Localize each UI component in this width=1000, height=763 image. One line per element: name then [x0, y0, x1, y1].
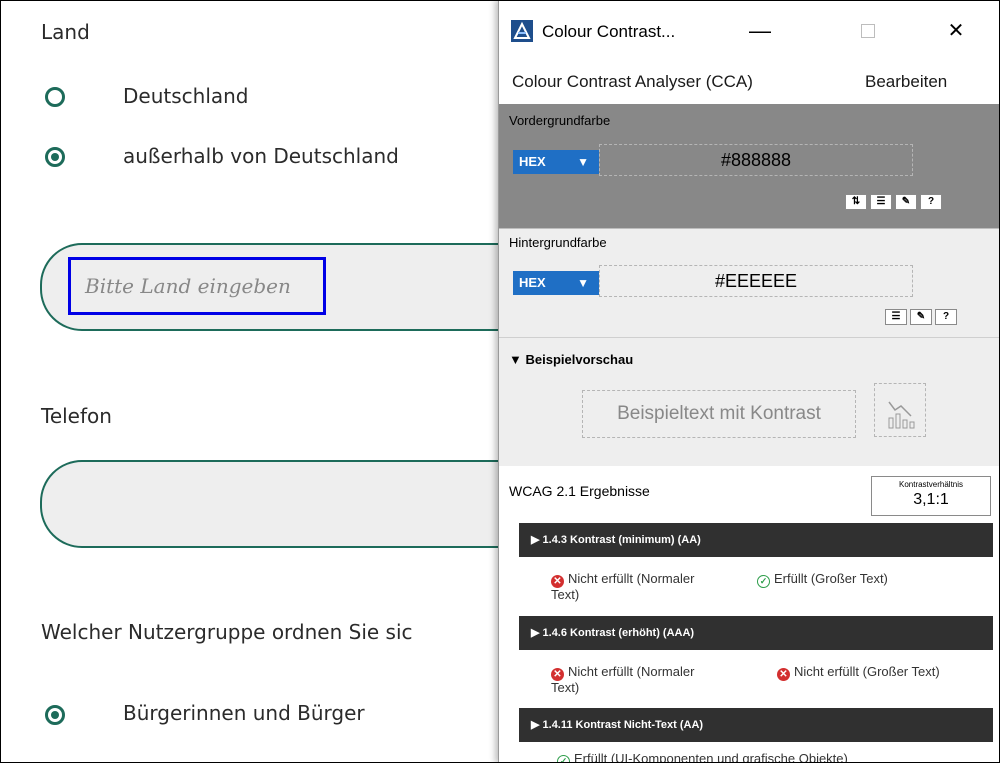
country-placeholder: Bitte Land eingeben: [85, 274, 291, 298]
criterion-1-4-3[interactable]: ▶ 1.4.3 Kontrast (minimum) (AA): [519, 523, 993, 557]
menu-app[interactable]: Colour Contrast Analyser (CCA): [512, 72, 753, 92]
sliders-icon[interactable]: ☰: [885, 309, 907, 325]
results-section: WCAG 2.1 Ergebnisse Kontrastverhältnis 3…: [499, 466, 1000, 763]
sliders-icon[interactable]: ☰: [870, 194, 892, 210]
preview-section: ▼ Beispielvorschau Beispieltext mit Kont…: [499, 337, 1000, 466]
foreground-section: Vordergrundfarbe HEX ▼ #888888 ⇅ ☰ ✎ ?: [499, 104, 1000, 228]
foreground-hex-input[interactable]: #888888: [599, 144, 913, 176]
maximize-button[interactable]: [853, 18, 883, 44]
group-question: Welcher Nutzergruppe ordnen Sie sic: [41, 620, 413, 644]
window-title: Colour Contrast...: [542, 22, 676, 41]
sample-text-box: Beispieltext mit Kontrast: [582, 390, 856, 438]
foreground-format-value: HEX: [519, 154, 546, 169]
radio-buerger[interactable]: [45, 705, 65, 725]
result-1-4-3-normal: ✕ Nicht erfüllt (Normaler Text): [551, 571, 695, 602]
help-icon[interactable]: ?: [920, 194, 942, 210]
foreground-format-select[interactable]: HEX ▼: [513, 150, 599, 174]
check-icon: ✓: [757, 575, 770, 588]
contrast-ratio-value: 3,1:1: [913, 491, 949, 508]
check-icon: ✓: [557, 755, 570, 763]
wcag-results-title: WCAG 2.1 Ergebnisse: [509, 483, 650, 499]
titlebar: Colour Contrast... — ✕: [499, 0, 1000, 60]
swap-icon[interactable]: ⇅: [845, 194, 867, 210]
option-deutschland-label: Deutschland: [123, 84, 249, 108]
result-1-4-6-normal: ✕ Nicht erfüllt (Normaler Text): [551, 664, 695, 695]
option-ausserhalb-label: außerhalb von Deutschland: [123, 144, 399, 168]
cca-window: Colour Contrast... — ✕ Colour Contrast A…: [498, 0, 1000, 763]
contrast-ratio-label: Kontrastverhältnis: [898, 480, 964, 489]
contrast-ratio-box: Kontrastverhältnis 3,1:1: [871, 476, 991, 516]
eyedropper-icon[interactable]: ✎: [910, 309, 932, 325]
criterion-1-4-11[interactable]: ▶ 1.4.11 Kontrast Nicht-Text (AA): [519, 708, 993, 742]
chart-icon[interactable]: [874, 383, 926, 437]
fail-icon: ✕: [777, 668, 790, 681]
cca-logo-icon: [511, 20, 533, 42]
menu-edit[interactable]: Bearbeiten: [865, 72, 947, 92]
result-1-4-3-large: ✓ Erfüllt (Großer Text): [757, 572, 888, 588]
background-section: Hintergrundfarbe HEX ▼ #EEEEEE ☰ ✎ ?: [499, 228, 1000, 337]
background-label: Hintergrundfarbe: [509, 235, 607, 250]
placeholder-highlight: Bitte Land eingeben: [68, 257, 326, 315]
menubar: Colour Contrast Analyser (CCA) Bearbeite…: [499, 60, 1000, 104]
background-format-select[interactable]: HEX ▼: [513, 271, 599, 295]
close-button[interactable]: ✕: [941, 18, 971, 44]
telefon-label: Telefon: [41, 404, 112, 428]
option-buerger-label: Bürgerinnen und Bürger: [123, 701, 365, 725]
telefon-input[interactable]: [40, 460, 564, 548]
eyedropper-icon[interactable]: ✎: [895, 194, 917, 210]
result-1-4-11: ✓ Erfüllt (UI-Komponenten und grafische O…: [557, 752, 848, 763]
result-1-4-6-large: ✕ Nicht erfüllt (Großer Text): [777, 665, 940, 681]
registration-form: Land Deutschland außerhalb von Deutschla…: [0, 0, 564, 763]
radio-deutschland[interactable]: [45, 87, 65, 107]
foreground-label: Vordergrundfarbe: [509, 113, 611, 128]
background-hex-input[interactable]: #EEEEEE: [599, 265, 913, 297]
criterion-1-4-6[interactable]: ▶ 1.4.6 Kontrast (erhöht) (AAA): [519, 616, 993, 650]
radio-ausserhalb[interactable]: [45, 147, 65, 167]
preview-label[interactable]: ▼ Beispielvorschau: [509, 352, 633, 367]
chevron-down-icon: ▼: [577, 155, 589, 169]
help-icon[interactable]: ?: [935, 309, 957, 325]
chevron-down-icon: ▼: [577, 276, 589, 290]
land-label: Land: [41, 20, 90, 44]
minimize-button[interactable]: —: [745, 18, 775, 44]
background-format-value: HEX: [519, 275, 546, 290]
